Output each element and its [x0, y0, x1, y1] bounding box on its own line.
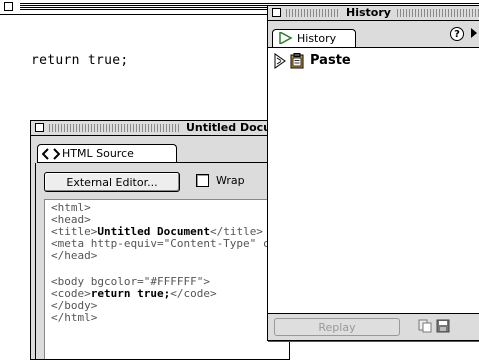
document-close-box[interactable]	[4, 2, 13, 11]
source-panel-body: External Editor... Wrap <html> <head> <t…	[35, 163, 289, 359]
history-title: History	[340, 6, 397, 20]
external-editor-button[interactable]: External Editor...	[44, 172, 180, 192]
history-step-list[interactable]: Paste	[268, 48, 479, 314]
history-title-bar[interactable]: History	[268, 6, 479, 21]
history-footer: Replay	[268, 313, 479, 340]
code-brackets-icon	[41, 148, 61, 160]
source-panel-close-box[interactable]	[35, 123, 44, 132]
document-code-text[interactable]: return true;	[31, 53, 129, 68]
tab-label: HTML Source	[62, 147, 134, 160]
html-source-panel: Untitled Document HTML Source External E…	[30, 120, 309, 360]
wrap-label: Wrap	[216, 174, 245, 187]
tab-html-source[interactable]: HTML Source	[37, 144, 177, 162]
history-panel: History History ? Paste Replay	[267, 5, 479, 341]
history-close-box[interactable]	[272, 8, 281, 17]
save-command-icon[interactable]	[436, 319, 450, 333]
tab-label: History	[297, 32, 337, 45]
html-code-editor[interactable]: <html> <head> <title>Untitled Document</…	[44, 199, 289, 359]
paste-clipboard-icon	[290, 53, 304, 69]
history-step-label: Paste	[310, 53, 351, 68]
tab-history[interactable]: History	[272, 29, 356, 47]
replay-button[interactable]: Replay	[274, 318, 400, 336]
play-arrow-icon	[279, 30, 297, 46]
copy-steps-icon[interactable]	[418, 319, 432, 333]
history-tab-bar: History ?	[268, 21, 479, 47]
code-line: </html>	[51, 311, 98, 324]
source-panel-title-bar[interactable]: Untitled Document	[31, 121, 309, 136]
code-line: </head>	[51, 249, 98, 262]
wrap-checkbox[interactable]	[196, 174, 209, 187]
history-slider-icon[interactable]	[274, 53, 286, 69]
help-icon[interactable]: ?	[450, 27, 464, 41]
panel-options-arrow-icon[interactable]	[471, 28, 477, 38]
